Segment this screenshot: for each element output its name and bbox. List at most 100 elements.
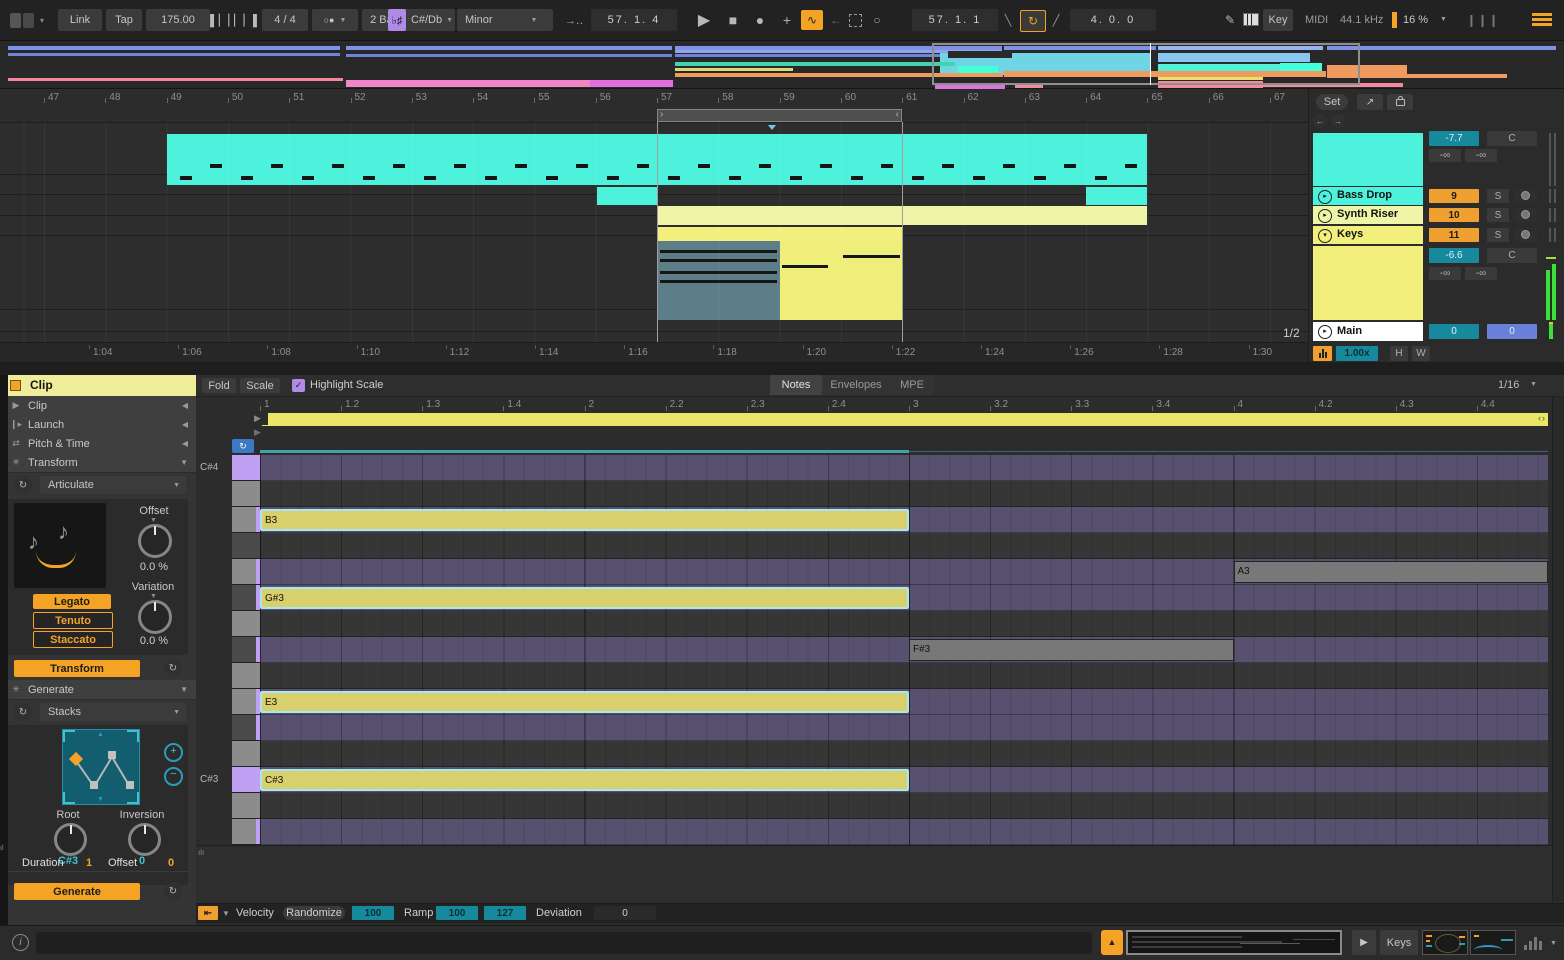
midi-note-E3[interactable]: E3 bbox=[260, 691, 909, 713]
track1-send-a-field[interactable]: -∞ bbox=[1429, 149, 1461, 162]
playback-speed-field[interactable]: 1.00x bbox=[1336, 346, 1378, 361]
track-midi-channel-field[interactable]: 10 bbox=[1429, 208, 1479, 222]
keys-send-b-field[interactable]: -∞ bbox=[1465, 267, 1497, 280]
track1-color-swatch[interactable] bbox=[1313, 133, 1423, 186]
piano-key-A#3[interactable] bbox=[232, 533, 260, 559]
output-meter-icon[interactable] bbox=[1524, 936, 1544, 950]
track1-pan-field[interactable]: C bbox=[1487, 131, 1537, 146]
piano-key-F#3[interactable] bbox=[232, 637, 260, 663]
zoom-to-fit-icon[interactable]: ↗ bbox=[1357, 94, 1383, 110]
section-clip[interactable]: ▶Clip◀ bbox=[0, 396, 196, 416]
generate-apply-button[interactable]: Generate bbox=[14, 883, 140, 900]
ramp-start-field[interactable]: 100 bbox=[436, 906, 478, 920]
track-name-row[interactable]: ▸Synth Riser bbox=[1313, 206, 1423, 224]
key-map-button[interactable]: Key bbox=[1263, 9, 1293, 31]
clip-loop-toggle[interactable]: ↻ bbox=[232, 439, 254, 453]
scale-mode-toggle[interactable]: ♭♯ bbox=[388, 9, 406, 31]
capture-area-icon[interactable] bbox=[848, 13, 862, 27]
preview-play-button[interactable]: ▶ bbox=[1352, 930, 1376, 955]
device-thumbnail-2[interactable] bbox=[1470, 930, 1516, 955]
tab-mpe[interactable]: MPE bbox=[890, 375, 934, 395]
highlight-scale-checkbox[interactable]: ✓ bbox=[292, 379, 305, 392]
computer-midi-keyboard-icon[interactable] bbox=[1243, 13, 1259, 26]
arrangement-overview[interactable] bbox=[0, 41, 1564, 89]
punch-marker-2[interactable]: ▶ bbox=[254, 427, 261, 438]
track-midi-channel-field[interactable]: 11 bbox=[1429, 228, 1479, 242]
track-activator-button[interactable] bbox=[1515, 208, 1537, 222]
remove-voice-button[interactable]: − bbox=[164, 767, 183, 786]
ramp-end-field[interactable]: 127 bbox=[484, 906, 526, 920]
editor-scrollbar-strip[interactable] bbox=[1552, 397, 1564, 902]
stop-button[interactable]: ■ bbox=[721, 9, 745, 31]
fold-button[interactable]: Fold bbox=[202, 378, 236, 393]
transform-refresh-icon[interactable]: ↻ bbox=[164, 659, 182, 677]
keys-send-a-field[interactable]: -∞ bbox=[1429, 267, 1461, 280]
transform-preset-menu[interactable]: Articulate ▼ bbox=[40, 476, 186, 494]
lock-envelopes-icon[interactable] bbox=[1387, 94, 1413, 110]
piano-key-C#3[interactable] bbox=[232, 767, 260, 793]
generate-refresh-icon[interactable]: ↻ bbox=[164, 882, 182, 900]
arrangement-beat-ruler[interactable]: 4748495051525354555657585960616263646566… bbox=[0, 89, 1308, 108]
loop-start-display[interactable]: 57. 1. 1 bbox=[912, 9, 998, 31]
staccato-button[interactable]: Staccato bbox=[33, 631, 113, 648]
highlight-scale-label[interactable]: Highlight Scale bbox=[310, 379, 383, 391]
section-arrow[interactable]: ◀ bbox=[182, 420, 188, 429]
show-push-button[interactable]: ▲ bbox=[1101, 930, 1123, 955]
play-button[interactable]: ▶ bbox=[691, 9, 717, 31]
main-track-name-row[interactable]: ▸ Main bbox=[1313, 322, 1423, 341]
track-solo-button[interactable]: S bbox=[1487, 189, 1509, 203]
keys-pan-field[interactable]: C bbox=[1487, 248, 1537, 263]
keys-volume-field[interactable]: -6.6 bbox=[1429, 248, 1479, 263]
track-activator-button[interactable] bbox=[1515, 228, 1537, 242]
track-name-row[interactable]: ▸Bass Drop bbox=[1313, 187, 1423, 205]
info-icon[interactable]: i bbox=[12, 934, 29, 951]
cpu-load-value[interactable]: 16 % bbox=[1403, 14, 1428, 26]
lane-collapse-button[interactable]: ⇤ bbox=[198, 906, 218, 920]
track-midi-channel-field[interactable]: 9 bbox=[1429, 189, 1479, 203]
arrangement-clip[interactable] bbox=[1086, 187, 1147, 205]
hamburger-menu-icon[interactable] bbox=[1532, 13, 1552, 27]
new-midi-track-icon[interactable]: + bbox=[778, 9, 796, 31]
status-track-button[interactable]: Keys bbox=[1380, 930, 1418, 955]
range-down-icon[interactable]: ▼ bbox=[97, 796, 104, 803]
piano-key-C#4[interactable] bbox=[232, 455, 260, 481]
loop-length-display[interactable]: 4. 0. 0 bbox=[1070, 9, 1156, 31]
window-panes-icon[interactable] bbox=[10, 13, 36, 28]
main-volume-field[interactable]: 0 bbox=[1429, 324, 1479, 339]
root-knob[interactable] bbox=[54, 823, 87, 856]
tap-tempo-button[interactable]: Tap bbox=[106, 9, 142, 31]
midi-note-C#3[interactable]: C#3 bbox=[260, 769, 909, 791]
device-thumbnail-1[interactable] bbox=[1422, 930, 1468, 955]
mini-meter-icon[interactable]: ıl bbox=[0, 845, 4, 852]
tempo-field[interactable]: 175.00 bbox=[146, 9, 210, 31]
variation-knob[interactable] bbox=[138, 600, 172, 634]
main-play-icon[interactable]: ▸ bbox=[1318, 325, 1332, 339]
piano-roll-ruler[interactable]: 11.21.31.422.22.32.433.23.33.444.24.34.4 bbox=[196, 397, 1564, 412]
pattern-node-3[interactable] bbox=[108, 751, 116, 759]
width-zoom-button[interactable]: W bbox=[1412, 346, 1430, 361]
pattern-node-4[interactable] bbox=[126, 781, 134, 789]
section-transform[interactable]: ✳Transform▼ bbox=[0, 453, 196, 473]
scale-root-menu[interactable]: C#/Db▼ bbox=[409, 9, 455, 31]
punch-in-icon[interactable]: ╲ bbox=[1000, 9, 1016, 31]
tenuto-button[interactable]: Tenuto bbox=[33, 612, 113, 629]
arrangement-clip[interactable] bbox=[780, 241, 902, 320]
metronome-icon[interactable]: ▏▏▌ bbox=[238, 9, 258, 31]
pattern-node-root[interactable] bbox=[69, 752, 83, 766]
piano-key-F3[interactable] bbox=[232, 663, 260, 689]
set-locator-button[interactable]: Set bbox=[1316, 94, 1348, 110]
transform-rerun-icon[interactable]: ↻ bbox=[14, 476, 32, 494]
main-pan-field[interactable]: 0 bbox=[1487, 324, 1537, 339]
gen-offset-value[interactable]: 0 bbox=[168, 857, 174, 869]
track-solo-button[interactable]: S bbox=[1487, 208, 1509, 222]
tab-notes[interactable]: Notes bbox=[770, 375, 822, 395]
track-activator-button[interactable] bbox=[1515, 189, 1537, 203]
randomize-button[interactable]: Randomize bbox=[283, 906, 345, 920]
scale-name-menu[interactable]: Minor▼ bbox=[457, 9, 553, 31]
section-arrow[interactable]: ◀ bbox=[182, 439, 188, 448]
cpu-dropdown-icon[interactable]: ▼ bbox=[1440, 16, 1447, 23]
midi-note-F#3[interactable]: F#3 bbox=[909, 639, 1234, 661]
midi-note-B3[interactable]: B3 bbox=[260, 509, 909, 531]
punch-out-icon[interactable]: ╱ bbox=[1048, 9, 1064, 31]
randomize-amount-field[interactable]: 100 bbox=[352, 906, 394, 920]
